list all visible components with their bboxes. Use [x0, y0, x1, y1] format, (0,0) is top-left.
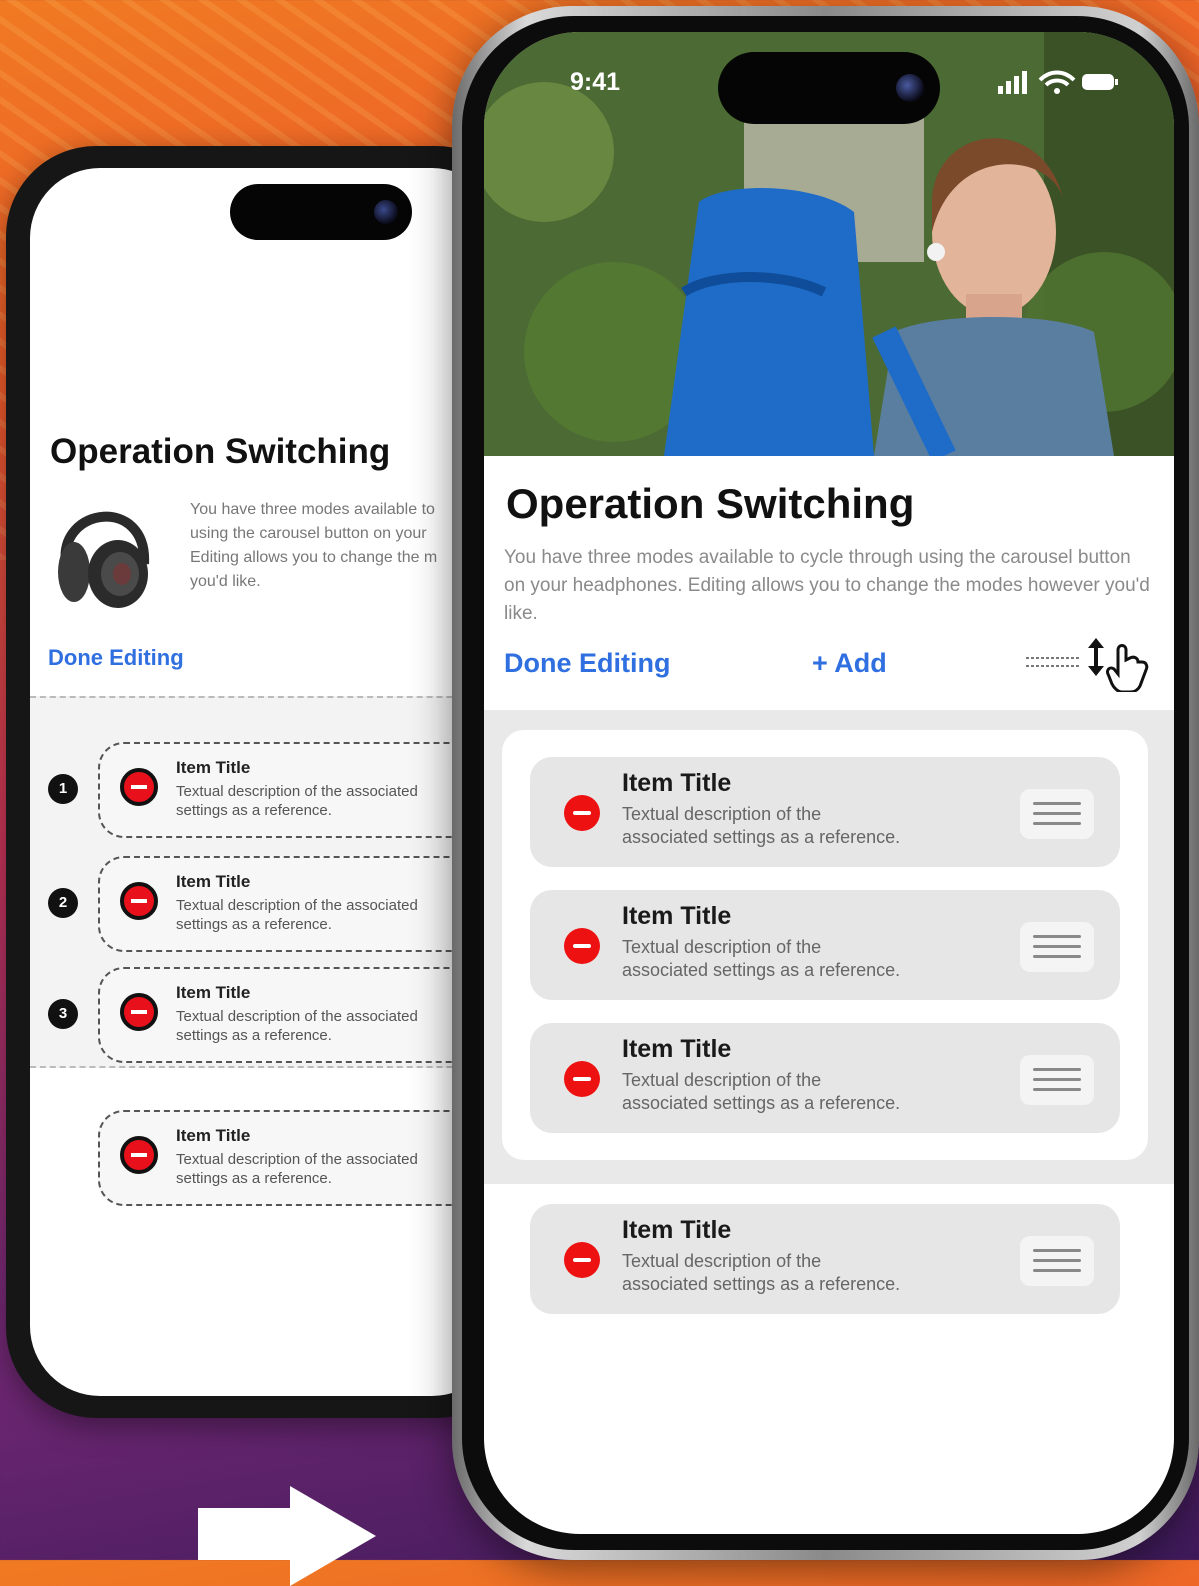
step-number: 3	[48, 999, 78, 1029]
item-title: Item Title	[622, 1216, 732, 1244]
hero-image: 9:41	[484, 32, 1174, 456]
signal-icon	[998, 71, 1027, 94]
list-item[interactable]: Item Title Textual description of the as…	[98, 856, 502, 952]
delete-icon[interactable]	[564, 795, 600, 831]
right-arrow-head	[290, 1486, 376, 1586]
delete-icon[interactable]	[120, 768, 158, 806]
add-button[interactable]: + Add	[812, 648, 887, 679]
list-item[interactable]: Item Title Textual description of the as…	[98, 742, 502, 838]
item-title: Item Title	[176, 872, 251, 891]
list-item[interactable]: Item Title Textual description of the as…	[530, 890, 1120, 1000]
dynamic-island	[230, 184, 412, 240]
item-description-line: Textual description of the associated	[176, 1151, 418, 1168]
front-phone: 9:41 Operation Switching You have three …	[452, 6, 1199, 1560]
item-description-line: associated settings as a reference.	[622, 827, 901, 847]
reorder-hand-icon[interactable]	[1024, 636, 1150, 692]
item-description-line: Textual description of the	[622, 1251, 822, 1271]
item-description: Textual description of the associated se…	[622, 1250, 1002, 1296]
drag-handle-icon[interactable]	[1020, 922, 1094, 972]
list-item[interactable]: Item Title Textual description of the as…	[530, 1023, 1120, 1133]
item-description: Textual description of the associated se…	[622, 803, 1002, 849]
right-arrow-icon	[198, 1508, 294, 1560]
item-description: Textual description of the associated se…	[622, 936, 1002, 982]
back-phone: Operation Switching You have three modes…	[6, 146, 526, 1418]
headphones-image	[58, 511, 150, 608]
dynamic-island	[718, 52, 940, 124]
page-title: Operation Switching	[506, 480, 915, 527]
list-item[interactable]: Item Title Textual description of the as…	[530, 757, 1120, 867]
done-editing-button[interactable]: Done Editing	[504, 648, 670, 679]
item-title: Item Title	[622, 1035, 732, 1063]
done-editing-button[interactable]: Done Editing	[48, 645, 184, 671]
status-time: 9:41	[570, 68, 621, 96]
item-title: Item Title	[176, 1126, 251, 1145]
item-description-line: associated settings as a reference.	[622, 1093, 901, 1113]
item-description-line: associated settings as a reference.	[622, 1274, 901, 1294]
item-description-line: settings as a reference.	[176, 802, 332, 819]
item-title: Item Title	[622, 769, 732, 797]
item-description: Textual description of the associated se…	[176, 1007, 418, 1045]
delete-icon[interactable]	[564, 928, 600, 964]
wifi-icon	[1038, 70, 1076, 94]
item-description-line: Textual description of the associated	[176, 783, 418, 800]
item-description-line: Textual description of the	[622, 804, 822, 824]
item-title: Item Title	[176, 758, 251, 777]
item-description: Textual description of the associated se…	[176, 1150, 418, 1188]
front-camera-icon	[896, 74, 924, 102]
delete-icon[interactable]	[120, 882, 158, 920]
item-description-line: settings as a reference.	[176, 1170, 332, 1187]
drag-handle-icon[interactable]	[1020, 789, 1094, 839]
page-title: Operation Switching	[50, 432, 391, 471]
battery-icon	[1082, 74, 1118, 90]
step-number: 1	[48, 774, 78, 804]
item-description-line: Textual description of the	[622, 1070, 822, 1090]
drag-handle-icon[interactable]	[1020, 1236, 1094, 1286]
item-description-line: Textual description of the associated	[176, 1008, 418, 1025]
list-item[interactable]: Item Title Textual description of the as…	[530, 1204, 1120, 1314]
item-description: Textual description of the associated se…	[622, 1069, 1002, 1115]
delete-icon[interactable]	[120, 993, 158, 1031]
front-camera-icon	[374, 200, 398, 224]
delete-icon[interactable]	[564, 1061, 600, 1097]
back-phone-screen: Operation Switching You have three modes…	[30, 168, 502, 1396]
front-phone-screen: 9:41 Operation Switching You have three …	[484, 32, 1174, 1534]
item-description-line: settings as a reference.	[176, 916, 332, 933]
item-title: Item Title	[622, 902, 732, 930]
item-description: Textual description of the associated se…	[176, 896, 418, 934]
item-title: Item Title	[176, 983, 251, 1002]
step-number: 2	[48, 888, 78, 918]
description: You have three modes available to cycle …	[504, 547, 1150, 624]
item-description-line: associated settings as a reference.	[622, 960, 901, 980]
item-description-line: settings as a reference.	[176, 1027, 332, 1044]
item-description-line: Textual description of the	[622, 937, 822, 957]
delete-icon[interactable]	[120, 1136, 158, 1174]
status-icons	[998, 70, 1118, 94]
item-description: Textual description of the associated se…	[176, 782, 418, 820]
drag-handle-icon[interactable]	[1020, 1055, 1094, 1105]
item-description-line: Textual description of the associated	[176, 897, 418, 914]
delete-icon[interactable]	[564, 1242, 600, 1278]
list-item[interactable]: Item Title Textual description of the as…	[98, 1110, 502, 1206]
list-item[interactable]: Item Title Textual description of the as…	[98, 967, 502, 1063]
